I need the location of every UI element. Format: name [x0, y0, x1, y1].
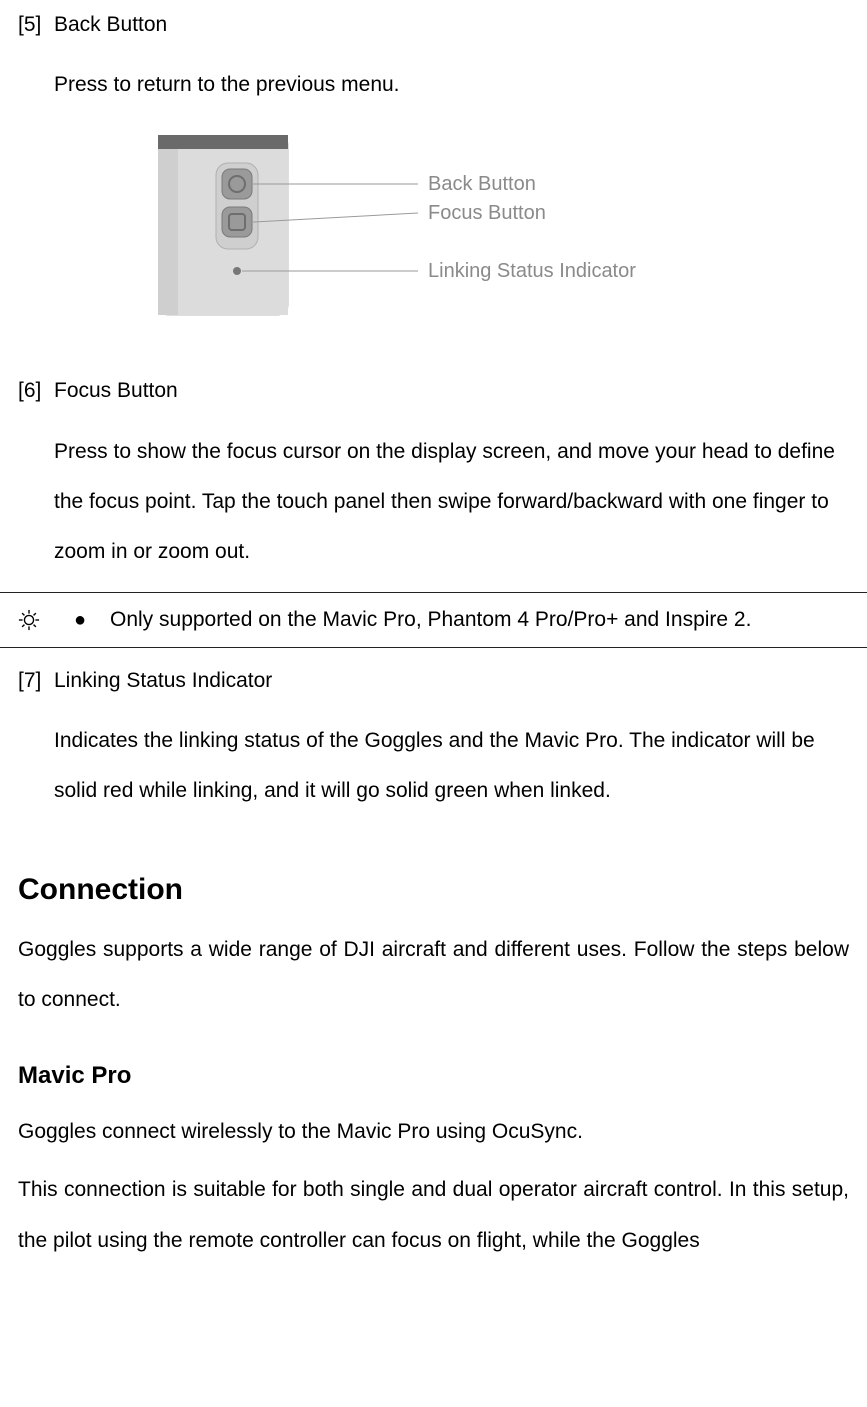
item-7-title: Linking Status Indicator	[54, 656, 849, 706]
item-5-title: Back Button	[54, 0, 849, 50]
note-bullet: ●	[74, 602, 110, 638]
item-7-desc: Indicates the linking status of the Gogg…	[54, 716, 849, 817]
item-6-number: [6]	[18, 366, 54, 592]
note-block: ● Only supported on the Mavic Pro, Phant…	[0, 592, 867, 648]
connection-intro: Goggles supports a wide range of DJI air…	[18, 925, 849, 1026]
item-5-desc: Press to return to the previous menu.	[54, 60, 849, 110]
connection-heading: Connection	[18, 869, 849, 911]
device-diagram-svg: Back Button Focus Button Linking Status …	[158, 135, 728, 325]
item-7: [7] Linking Status Indicator Indicates t…	[18, 656, 849, 831]
item-6: [6] Focus Button Press to show the focus…	[18, 366, 849, 592]
mavic-p1: Goggles connect wirelessly to the Mavic …	[18, 1107, 849, 1157]
item-5: [5] Back Button Press to return to the p…	[18, 0, 849, 125]
device-diagram: Back Button Focus Button Linking Status …	[18, 135, 849, 344]
note-text: Only supported on the Mavic Pro, Phantom…	[110, 601, 849, 639]
tip-icon	[18, 609, 40, 631]
diagram-label-linking: Linking Status Indicator	[428, 260, 636, 282]
item-7-number: [7]	[18, 656, 54, 831]
item-5-number: [5]	[18, 0, 54, 125]
item-6-title: Focus Button	[54, 366, 849, 416]
mavic-heading: Mavic Pro	[18, 1059, 849, 1093]
diagram-label-focus: Focus Button	[428, 202, 546, 224]
mavic-p2: This connection is suitable for both sin…	[18, 1165, 849, 1266]
diagram-label-back: Back Button	[428, 173, 536, 195]
item-6-desc: Press to show the focus cursor on the di…	[54, 427, 849, 578]
